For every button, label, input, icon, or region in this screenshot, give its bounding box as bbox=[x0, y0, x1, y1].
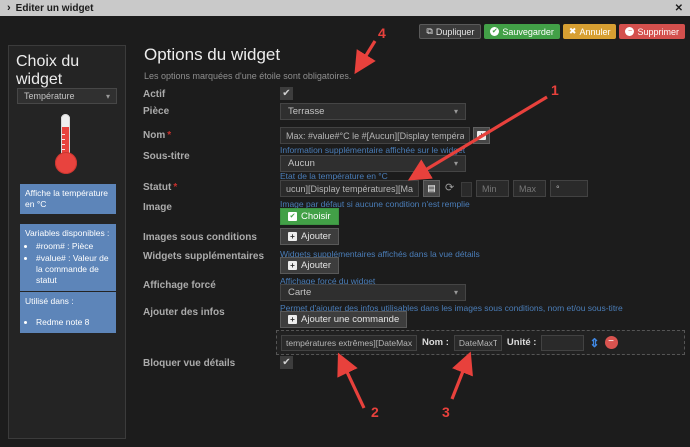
command-unite-input[interactable] bbox=[541, 335, 584, 351]
plus-icon: + bbox=[477, 131, 486, 140]
sous-titre-value: Aucun bbox=[288, 158, 315, 169]
add-command-label: Ajouter une commande bbox=[301, 314, 399, 325]
bloquer-checkbox[interactable]: ✔ bbox=[280, 356, 293, 369]
plus-icon: + bbox=[288, 261, 297, 270]
plus-icon: + bbox=[288, 232, 297, 241]
widget-type-value: Température bbox=[24, 91, 75, 101]
thermometer-bulb-icon bbox=[55, 152, 77, 174]
required-asterisk: * bbox=[173, 182, 177, 193]
duplicate-icon: ⧉ bbox=[426, 27, 432, 36]
image-label: Image bbox=[143, 202, 172, 213]
sous-titre-select[interactable]: Aucun ▾ bbox=[280, 155, 466, 172]
images-conditions-label: Images sous conditions bbox=[143, 232, 257, 243]
piece-label: Pièce bbox=[143, 106, 169, 117]
insert-command-button[interactable]: + bbox=[473, 127, 490, 144]
sous-titre-label: Sous-titre bbox=[143, 151, 190, 162]
statut-unit-input[interactable] bbox=[550, 180, 588, 197]
widget-options-form: Options du widget Les options marquées d… bbox=[143, 45, 686, 441]
add-condition-image-button[interactable]: + Ajouter bbox=[280, 228, 339, 245]
statut-label: Statut* bbox=[143, 182, 177, 193]
widget-type-select[interactable]: Température ▾ bbox=[17, 88, 117, 104]
refresh-icon[interactable]: ⟳ bbox=[445, 181, 454, 194]
cancel-button[interactable]: ✖ Annuler bbox=[563, 24, 617, 39]
page-title: Options du widget bbox=[144, 45, 280, 65]
page-subtitle: Les options marquées d'une étoile sont o… bbox=[144, 71, 351, 81]
piece-value: Terrasse bbox=[288, 106, 324, 117]
statut-mini-checkbox[interactable] bbox=[461, 182, 472, 197]
used-in-title: Utilisé dans : bbox=[25, 296, 74, 306]
sidebar-title: Choix du widget bbox=[16, 53, 125, 89]
chevron-down-icon: ▾ bbox=[454, 159, 458, 168]
statut-command-input[interactable] bbox=[280, 180, 419, 197]
nom-label: Nom* bbox=[143, 130, 171, 141]
command-row: Nom : Unité : ⇕ − bbox=[276, 330, 685, 355]
add-widget-label: Ajouter bbox=[301, 260, 331, 271]
statut-max-input[interactable] bbox=[513, 180, 546, 197]
minus-circle-icon: − bbox=[625, 27, 634, 36]
command-nom-input[interactable] bbox=[454, 335, 502, 351]
sort-updown-icon[interactable]: ⇕ bbox=[589, 336, 599, 350]
chevron-down-icon: ▾ bbox=[106, 92, 110, 101]
list-grid-icon: ▤ bbox=[427, 183, 436, 194]
save-label: Sauvegarder bbox=[502, 27, 554, 37]
x-icon: ✖ bbox=[569, 27, 577, 36]
check-icon: ✔ bbox=[288, 212, 297, 221]
edit-widget-modal: › Editer un widget ✕ ⧉ Dupliquer ✔ Sauve… bbox=[0, 0, 690, 447]
nom-label-text: Nom bbox=[143, 130, 165, 141]
select-command-button[interactable]: ▤ bbox=[423, 180, 440, 197]
widgets-supp-label: Widgets supplémentaires bbox=[143, 251, 264, 262]
variable-item: #room# : Pièce bbox=[36, 241, 111, 252]
widget-chooser-sidebar: Choix du widget Température ▾ Affiche la… bbox=[8, 45, 126, 439]
choose-image-label: Choisir bbox=[301, 211, 331, 222]
widget-description-box: Affiche la température en °C bbox=[20, 184, 116, 214]
command-unite-label: Unité : bbox=[507, 337, 537, 348]
remove-command-button[interactable]: − bbox=[605, 336, 618, 349]
action-toolbar: ⧉ Dupliquer ✔ Sauvegarder ✖ Annuler − Su… bbox=[419, 24, 685, 39]
sous-titre-helper: Information supplémentaire affichée sur … bbox=[280, 145, 465, 155]
statut-label-text: Statut bbox=[143, 182, 171, 193]
plus-icon: + bbox=[288, 315, 297, 324]
close-icon[interactable]: ✕ bbox=[675, 3, 683, 14]
affichage-value: Carte bbox=[288, 287, 311, 298]
check-circle-icon: ✔ bbox=[490, 27, 499, 36]
choose-image-button[interactable]: ✔ Choisir bbox=[280, 208, 339, 225]
variable-item: #value# : Valeur de la commande de statu… bbox=[36, 253, 111, 286]
infos-label: Ajouter des infos bbox=[143, 307, 225, 318]
used-in-item: Redme note 8 bbox=[36, 317, 111, 328]
window-titlebar: › Editer un widget ✕ bbox=[0, 0, 690, 16]
cancel-label: Annuler bbox=[579, 27, 610, 37]
chevron-down-icon: ▾ bbox=[454, 107, 458, 116]
window-title: Editer un widget bbox=[16, 3, 94, 14]
chevron-right-icon: › bbox=[7, 2, 11, 14]
command-value-input[interactable] bbox=[281, 335, 417, 351]
annotation-label-4: 4 bbox=[378, 25, 386, 41]
actif-label: Actif bbox=[143, 89, 165, 100]
add-command-button[interactable]: + Ajouter une commande bbox=[280, 311, 407, 328]
affichage-select[interactable]: Carte ▾ bbox=[280, 284, 466, 301]
chevron-down-icon: ▾ bbox=[454, 288, 458, 297]
add-condition-image-label: Ajouter bbox=[301, 231, 331, 242]
duplicate-button[interactable]: ⧉ Dupliquer bbox=[419, 24, 481, 39]
widget-description-text: Affiche la température en °C bbox=[25, 188, 108, 209]
save-button[interactable]: ✔ Sauvegarder bbox=[484, 24, 560, 39]
statut-min-input[interactable] bbox=[476, 180, 509, 197]
used-in-box: Utilisé dans : Redme note 8 bbox=[20, 292, 116, 333]
actif-checkbox[interactable]: ✔ bbox=[280, 87, 293, 100]
bloquer-label: Bloquer vue détails bbox=[143, 358, 235, 369]
variables-title: Variables disponibles : bbox=[25, 228, 109, 238]
affichage-label: Affichage forcé bbox=[143, 280, 216, 291]
command-nom-label: Nom : bbox=[422, 337, 449, 348]
piece-select[interactable]: Terrasse ▾ bbox=[280, 103, 466, 120]
variables-box: Variables disponibles : #room# : Pièce #… bbox=[20, 224, 116, 291]
required-asterisk: * bbox=[167, 130, 171, 141]
delete-label: Supprimer bbox=[637, 27, 679, 37]
add-widget-button[interactable]: + Ajouter bbox=[280, 257, 339, 274]
delete-button[interactable]: − Supprimer bbox=[619, 24, 685, 39]
nom-input[interactable] bbox=[280, 127, 470, 144]
duplicate-label: Dupliquer bbox=[436, 27, 475, 37]
